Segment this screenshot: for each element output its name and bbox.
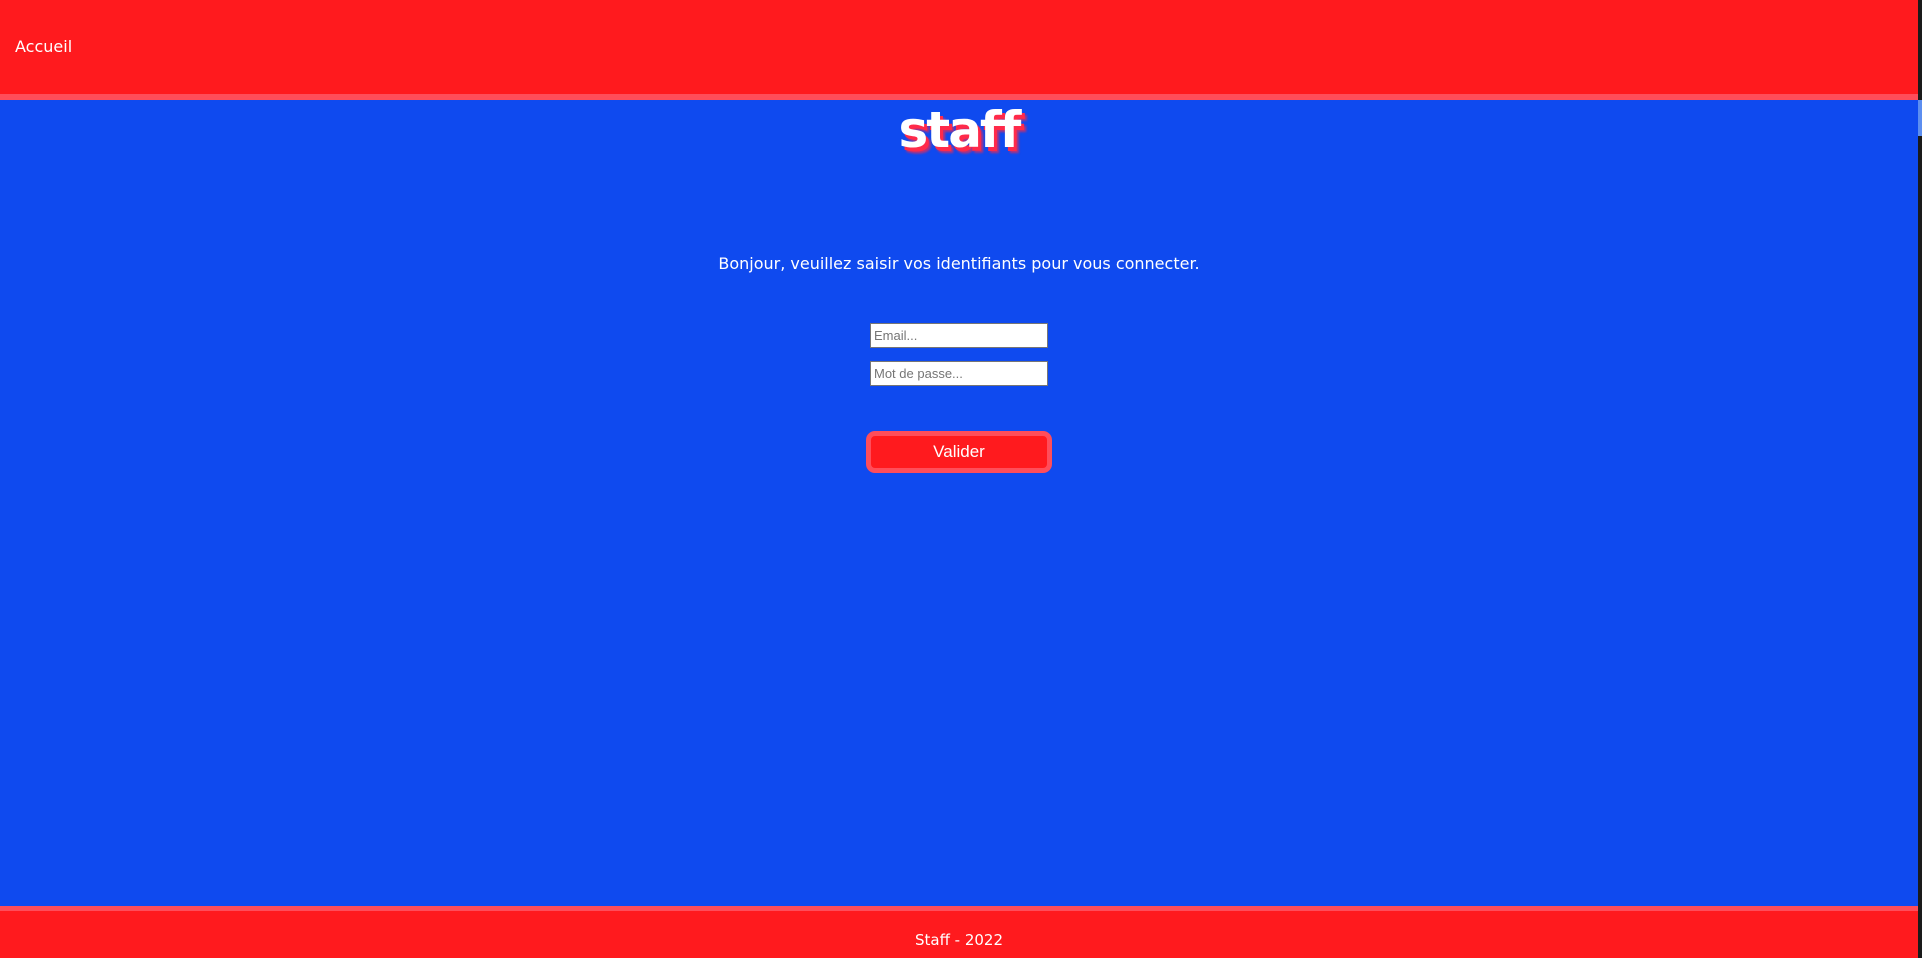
email-field[interactable] bbox=[870, 323, 1048, 348]
password-field[interactable] bbox=[870, 361, 1048, 386]
nav-home-link[interactable]: Accueil bbox=[15, 37, 72, 56]
submit-button[interactable]: Valider bbox=[866, 431, 1052, 473]
footer-text: Staff - 2022 bbox=[914, 931, 1004, 949]
vertical-scrollbar[interactable] bbox=[1918, 0, 1922, 958]
content-area: Accueil staff Bonjour, veuillez saisir v… bbox=[0, 0, 1918, 958]
scrollbar-thumb[interactable] bbox=[1918, 100, 1922, 136]
login-intro-text: Bonjour, veuillez saisir vos identifiant… bbox=[718, 254, 1200, 273]
page: Accueil staff Bonjour, veuillez saisir v… bbox=[0, 0, 1922, 958]
footer: Staff - 2022 bbox=[0, 906, 1918, 958]
site-logo: staff bbox=[898, 101, 1022, 159]
top-navbar: Accueil bbox=[0, 0, 1918, 100]
